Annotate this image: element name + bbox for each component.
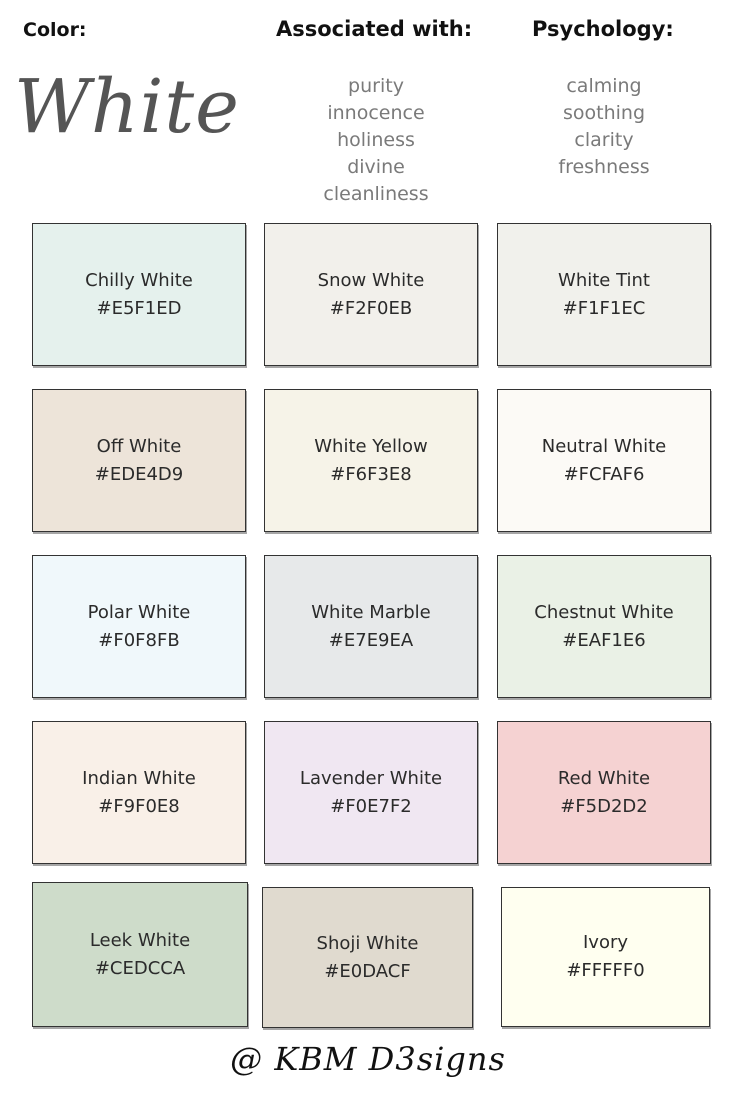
psychology-word: clarity	[574, 129, 634, 151]
color-swatch: White Yellow #F6F3E8	[264, 389, 478, 532]
associated-word: holiness	[337, 129, 415, 151]
associated-word: cleanliness	[323, 183, 429, 205]
swatch-hex: #E7E9EA	[328, 629, 414, 651]
color-title: White	[14, 64, 240, 150]
color-swatch: Neutral White #FCFAF6	[497, 389, 711, 532]
swatch-name: Chilly White	[85, 269, 193, 291]
swatch-hex: #F1F1EC	[562, 297, 646, 319]
swatch-name: Off White	[96, 435, 182, 457]
associated-word: divine	[347, 156, 405, 178]
color-swatch: Shoji White #E0DACF	[262, 887, 473, 1028]
swatch-name: Ivory	[582, 932, 629, 953]
swatch-hex: #F6F3E8	[330, 463, 412, 485]
swatch-hex: #E5F1ED	[96, 297, 182, 319]
swatch-name: White Marble	[311, 601, 431, 623]
color-swatch: Red White #F5D2D2	[497, 721, 711, 864]
swatch-hex: #FCFAF6	[563, 463, 645, 485]
psychology-list: calming soothing clarity freshness	[504, 73, 704, 181]
associated-word: innocence	[327, 102, 425, 124]
psychology-word: soothing	[562, 102, 646, 124]
swatch-name: Snow White	[317, 269, 425, 291]
swatch-name: Chestnut White	[534, 601, 674, 623]
color-swatch: Ivory #FFFFF0	[501, 887, 710, 1027]
swatch-name: Indian White	[82, 767, 196, 789]
psychology-word: freshness	[558, 156, 650, 178]
swatch-name: Leek White	[89, 929, 191, 951]
swatch-hex: #CEDCCA	[94, 957, 186, 979]
swatch-hex: #EAF1E6	[562, 629, 646, 651]
swatch-name: White Yellow	[314, 435, 428, 457]
color-swatch: White Marble #E7E9EA	[264, 555, 478, 698]
color-heading: Color:	[23, 19, 87, 41]
color-swatch: Lavender White #F0E7F2	[264, 721, 478, 864]
swatch-name: Neutral White	[541, 435, 667, 457]
associated-word: purity	[348, 75, 404, 97]
swatch-hex: #F0E7F2	[330, 795, 412, 817]
color-swatch: Snow White #F2F0EB	[264, 223, 478, 366]
swatch-hex: #F5D2D2	[560, 795, 648, 817]
psychology-word: calming	[566, 75, 642, 97]
associated-heading: Associated with:	[276, 17, 473, 41]
color-swatch: Chestnut White #EAF1E6	[497, 555, 711, 698]
swatch-name: White Tint	[558, 269, 650, 291]
swatch-hex: #F2F0EB	[329, 297, 413, 319]
swatch-hex: #E0DACF	[324, 960, 411, 982]
color-swatch: Chilly White #E5F1ED	[32, 223, 246, 366]
swatch-hex: #FFFFF0	[566, 960, 645, 981]
swatch-name: Lavender White	[299, 767, 443, 789]
swatch-name: Red White	[557, 767, 651, 789]
psychology-heading: Psychology:	[532, 17, 674, 41]
swatch-name: Shoji White	[316, 932, 419, 954]
swatch-name: Polar White	[87, 601, 191, 623]
signature-footer: @ KBM D3signs	[230, 1040, 506, 1078]
color-swatch: Off White #EDE4D9	[32, 389, 246, 532]
color-swatch: Polar White #F0F8FB	[32, 555, 246, 698]
color-swatch: Leek White #CEDCCA	[32, 882, 248, 1027]
color-swatch: White Tint #F1F1EC	[497, 223, 711, 366]
color-swatch: Indian White #F9F0E8	[32, 721, 246, 864]
associated-list: purity innocence holiness divine cleanliness	[276, 73, 476, 208]
swatch-hex: #F9F0E8	[98, 795, 180, 817]
swatch-hex: #EDE4D9	[94, 463, 184, 485]
swatch-hex: #F0F8FB	[98, 629, 180, 651]
